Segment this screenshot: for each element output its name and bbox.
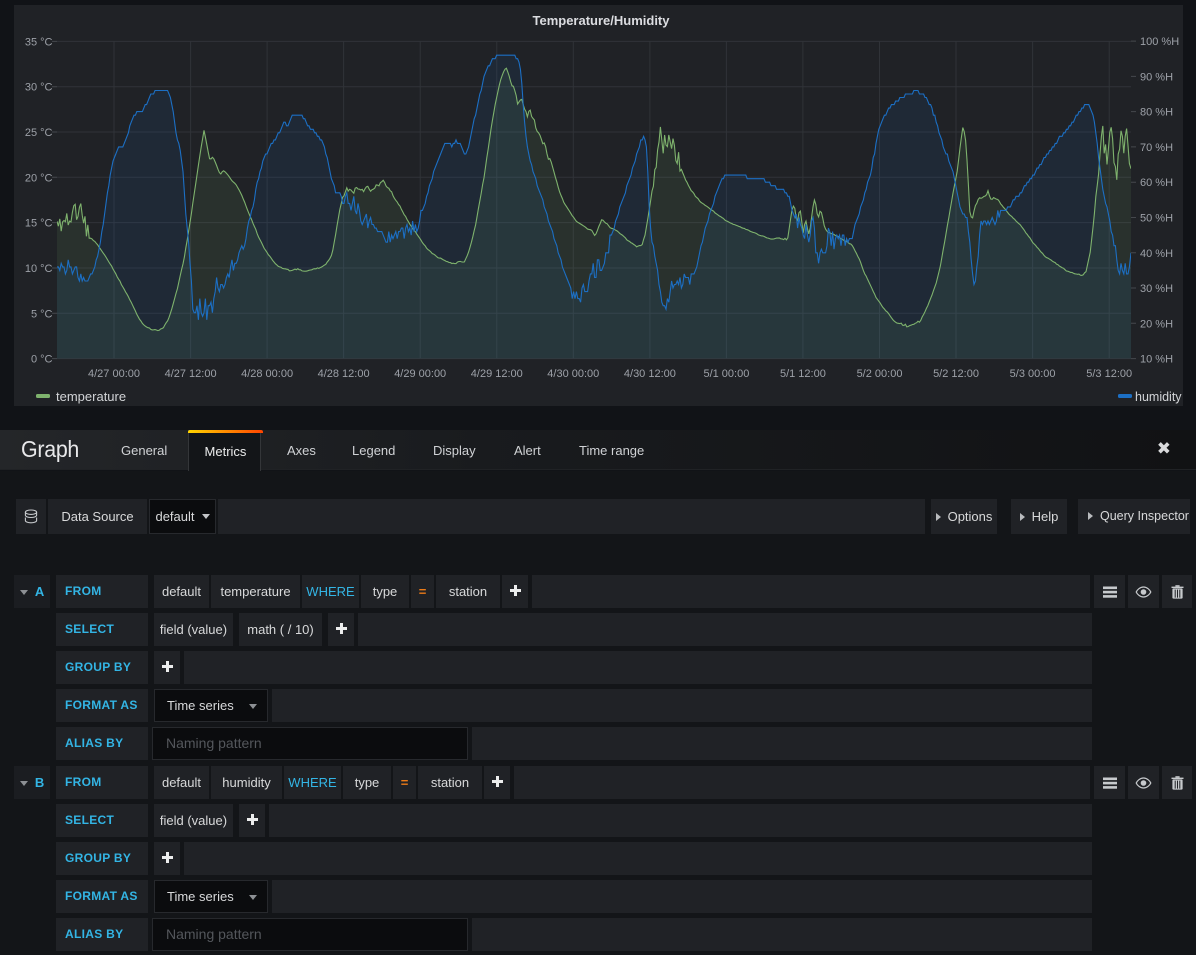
svg-text:4/28 00:00: 4/28 00:00 bbox=[241, 368, 293, 380]
svg-text:20 °C: 20 °C bbox=[25, 172, 53, 184]
svg-text:90 %H: 90 %H bbox=[1140, 71, 1173, 83]
svg-text:0 °C: 0 °C bbox=[31, 354, 53, 366]
svg-text:4/27 12:00: 4/27 12:00 bbox=[165, 368, 217, 380]
svg-text:100 %H: 100 %H bbox=[1140, 36, 1179, 48]
svg-text:4/28 12:00: 4/28 12:00 bbox=[318, 368, 370, 380]
svg-text:5 °C: 5 °C bbox=[31, 308, 53, 320]
svg-text:5/2 12:00: 5/2 12:00 bbox=[933, 368, 979, 380]
svg-text:30 °C: 30 °C bbox=[25, 82, 53, 94]
svg-text:80 %H: 80 %H bbox=[1140, 107, 1173, 119]
svg-text:4/29 00:00: 4/29 00:00 bbox=[394, 368, 446, 380]
svg-text:50 %H: 50 %H bbox=[1140, 213, 1173, 225]
svg-text:70 %H: 70 %H bbox=[1140, 142, 1173, 154]
svg-text:20 %H: 20 %H bbox=[1140, 318, 1173, 330]
svg-text:Temperature/Humidity: Temperature/Humidity bbox=[532, 13, 670, 28]
svg-text:60 %H: 60 %H bbox=[1140, 177, 1173, 189]
svg-text:4/30 00:00: 4/30 00:00 bbox=[547, 368, 599, 380]
svg-text:5/3 00:00: 5/3 00:00 bbox=[1010, 368, 1056, 380]
svg-text:5/3 12:00: 5/3 12:00 bbox=[1086, 368, 1132, 380]
svg-text:5/1 00:00: 5/1 00:00 bbox=[703, 368, 749, 380]
svg-text:10 %H: 10 %H bbox=[1140, 354, 1173, 366]
svg-text:10 °C: 10 °C bbox=[25, 263, 53, 275]
svg-text:temperature: temperature bbox=[56, 389, 126, 404]
svg-text:5/1 12:00: 5/1 12:00 bbox=[780, 368, 826, 380]
svg-text:4/30 12:00: 4/30 12:00 bbox=[624, 368, 676, 380]
svg-text:humidity: humidity bbox=[1135, 390, 1182, 404]
svg-text:30 %H: 30 %H bbox=[1140, 283, 1173, 295]
svg-text:40 %H: 40 %H bbox=[1140, 248, 1173, 260]
svg-text:5/2 00:00: 5/2 00:00 bbox=[857, 368, 903, 380]
svg-text:4/27 00:00: 4/27 00:00 bbox=[88, 368, 140, 380]
svg-text:15 °C: 15 °C bbox=[25, 218, 53, 230]
svg-text:4/29 12:00: 4/29 12:00 bbox=[471, 368, 523, 380]
svg-text:25 °C: 25 °C bbox=[25, 127, 53, 139]
svg-text:35 °C: 35 °C bbox=[25, 36, 53, 48]
